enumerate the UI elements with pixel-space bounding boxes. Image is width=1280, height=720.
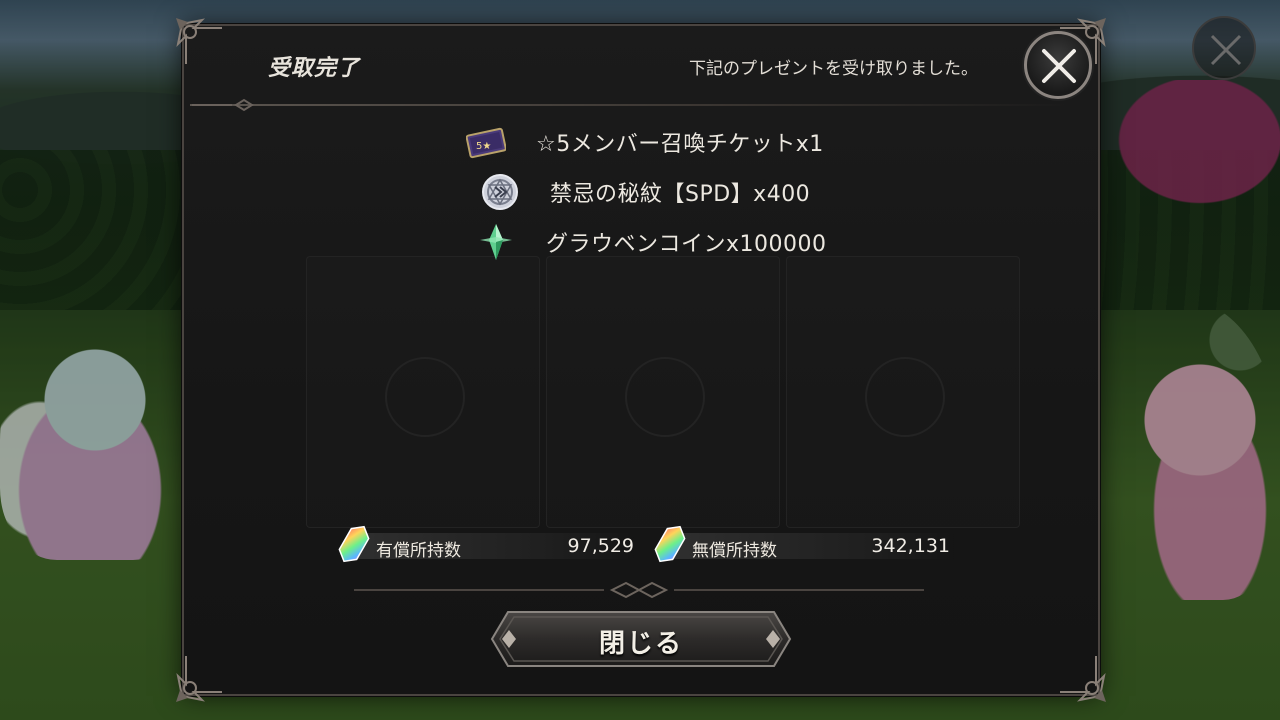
reward-item: 禁忌の秘紋【SPD】x400: [480, 172, 810, 212]
background-close-button[interactable]: [1192, 16, 1256, 80]
dialog-subtitle: 下記のプレゼントを受け取りました。: [689, 59, 978, 79]
reward-text: グラウベンコインx100000: [546, 232, 827, 257]
summon-ticket-icon: 5★: [465, 122, 507, 162]
ticket-badge-text: 5★: [476, 141, 491, 152]
footer-divider: [354, 581, 924, 599]
free-currency-display: 無償所持数 342,131: [650, 525, 954, 563]
free-currency-value: 342,131: [871, 535, 950, 557]
close-icon: [1210, 34, 1242, 66]
close-button[interactable]: 閉じる: [490, 610, 792, 668]
corner-ornament: [172, 646, 232, 706]
corner-ornament: [1050, 646, 1110, 706]
background-reward-panel: [546, 256, 780, 528]
paid-currency-display: 有償所持数 97,529: [334, 525, 634, 563]
corner-ornament: [172, 14, 232, 74]
rainbow-crystal-icon: [338, 525, 370, 563]
divider-ornament: [192, 98, 254, 112]
close-button-label: 閉じる: [598, 629, 683, 659]
reward-received-dialog: 受取完了 下記のプレゼントを受け取りました。 5★ ☆5メンバー召喚チケットx1…: [176, 18, 1106, 702]
ghost-icon: [625, 357, 705, 437]
background-reward-panel: [306, 256, 540, 528]
reward-text: 禁忌の秘紋【SPD】x400: [550, 182, 811, 207]
header-divider: [190, 104, 1070, 106]
rainbow-crystal-icon: [654, 525, 686, 563]
close-dialog-button[interactable]: [1024, 31, 1092, 99]
reward-item: 5★ ☆5メンバー召喚チケットx1: [465, 122, 824, 162]
paid-currency-value: 97,529: [567, 535, 634, 557]
close-icon: [1042, 49, 1076, 83]
ghost-icon: [865, 357, 945, 437]
reward-item: グラウベンコインx100000: [476, 222, 827, 262]
paid-currency-label: 有償所持数: [376, 541, 461, 561]
free-currency-label: 無償所持数: [692, 541, 777, 561]
ghost-icon: [385, 357, 465, 437]
reward-text: ☆5メンバー召喚チケットx1: [536, 132, 824, 157]
background-reward-panel: [786, 256, 1020, 528]
dialog-title: 受取完了: [268, 56, 361, 81]
green-crystal-icon: [476, 222, 516, 262]
seal-emblem-icon: [480, 172, 520, 212]
